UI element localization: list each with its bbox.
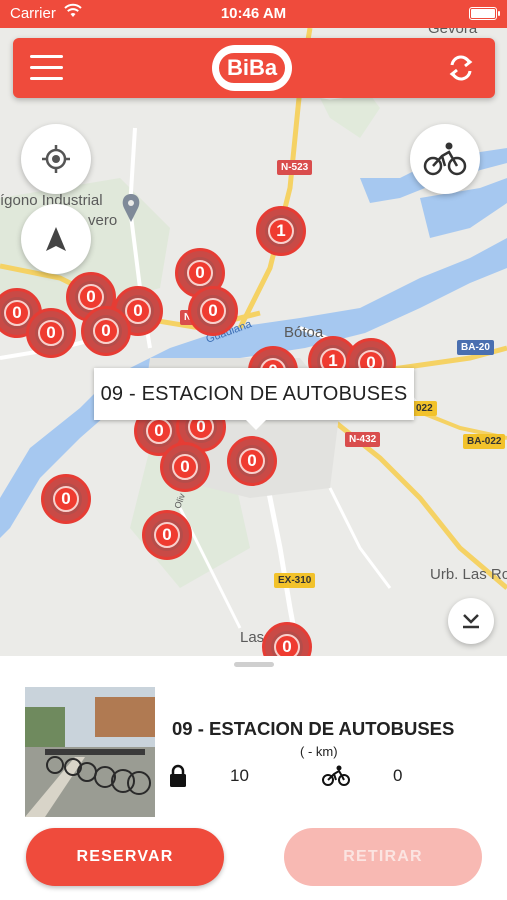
station-marker[interactable]: 0 [188, 286, 238, 336]
station-name: 09 - ESTACION DE AUTOBUSES [172, 718, 455, 739]
biba-logo: BiBa [212, 45, 292, 91]
road-022: 022 [412, 401, 437, 416]
station-marker[interactable]: 0 [227, 436, 277, 486]
my-location-button[interactable] [21, 124, 91, 194]
station-distance: ( - km) [300, 744, 338, 759]
map-view[interactable]: Gevora ígono Industrial vero Bótoa Guadi… [0, 28, 507, 662]
chevron-down-icon [463, 614, 479, 629]
station-marker[interactable]: 0 [160, 442, 210, 492]
station-marker[interactable]: 0 [142, 510, 192, 560]
cyclist-icon [423, 142, 467, 176]
withdraw-button[interactable]: RETIRAR [284, 828, 482, 886]
available-bikes-count: 0 [393, 766, 403, 785]
station-marker[interactable]: 0 [41, 474, 91, 524]
collapse-button[interactable] [448, 598, 494, 644]
top-app-bar: BiBa [13, 38, 495, 98]
road-n523: N-523 [277, 160, 313, 175]
map-label-urb-las-rozas: Urb. Las Ro [430, 566, 507, 583]
map-label-botoa: Bótoa [284, 324, 324, 341]
sync-icon[interactable] [445, 52, 477, 84]
menu-button[interactable] [27, 51, 67, 85]
cyclist-icon [322, 765, 350, 786]
road-ba20: BA-20 [457, 340, 494, 355]
free-locks-count: 10 [230, 766, 249, 785]
station-tooltip[interactable]: 09 - ESTACION DE AUTOBUSES [94, 368, 414, 430]
station-photo [25, 687, 155, 817]
station-marker[interactable]: 1 [256, 206, 306, 256]
clock: 10:46 AM [220, 5, 287, 22]
crosshair-icon [42, 145, 70, 173]
tooltip-text: 09 - ESTACION DE AUTOBUSES [100, 382, 408, 405]
road-ba022: BA-022 [463, 434, 506, 449]
station-detail-sheet[interactable]: 09 - ESTACION DE AUTOBUSES ( - km) 10 0 … [0, 656, 507, 900]
battery-icon [469, 7, 500, 20]
navigation-button[interactable] [21, 204, 91, 274]
road-ex310: EX-310 [274, 573, 316, 588]
sheet-drag-handle[interactable] [234, 662, 274, 667]
map-label-poligono-2: vero [88, 212, 118, 229]
lock-icon [170, 764, 186, 787]
reserve-button[interactable]: RESERVAR [26, 828, 224, 886]
bike-filter-button[interactable] [410, 124, 480, 194]
hamburger-icon [30, 55, 63, 58]
navigation-arrow-icon [46, 227, 66, 251]
status-bar: Carrier 10:46 AM [0, 0, 507, 28]
road-n432: N-432 [345, 432, 381, 447]
station-marker[interactable]: 0 [81, 306, 131, 356]
station-marker[interactable]: 0 [26, 308, 76, 358]
map-label-gevora: Gevora [428, 28, 478, 37]
